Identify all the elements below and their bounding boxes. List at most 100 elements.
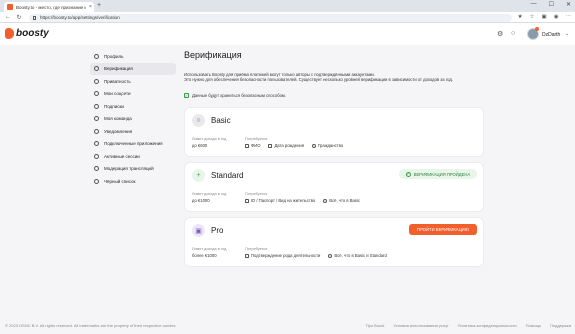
apps-icon bbox=[94, 141, 99, 147]
globe-icon bbox=[94, 91, 99, 97]
sidebar-item-social[interactable]: Мои соцсети bbox=[90, 88, 176, 101]
minimize-icon[interactable]: — bbox=[531, 1, 537, 8]
check-circle-icon bbox=[328, 253, 333, 258]
requirement-item: Гражданство bbox=[312, 143, 343, 148]
settings-icon bbox=[94, 53, 99, 59]
sidebar-item-moderation[interactable]: Модерация трансляций bbox=[90, 163, 176, 176]
footer-link[interactable]: Политика конфиденциальности bbox=[458, 323, 517, 328]
chat-icon[interactable]: ○ bbox=[511, 30, 515, 37]
shield-icon bbox=[94, 78, 99, 84]
requirement-item: ID / Паспорт / Вид на жительство bbox=[245, 198, 315, 203]
window-controls: — ☐ ✕ bbox=[531, 1, 571, 8]
avatar-badge-icon bbox=[535, 27, 539, 31]
requirement-text: Гражданство bbox=[318, 143, 344, 148]
secure-storage-note: ✓ Данные будут храниться безопасным спос… bbox=[184, 93, 286, 98]
user-check-icon bbox=[94, 66, 99, 72]
sidebar-item-label: Чёрный список bbox=[104, 178, 136, 184]
limit-value: до €600 bbox=[192, 143, 208, 148]
lock-icon bbox=[33, 15, 36, 20]
close-window-icon[interactable]: ✕ bbox=[566, 1, 571, 8]
verification-passed-badge: ✓ ВЕРИФИКАЦИЯ ПРОЙДЕНА bbox=[399, 169, 477, 179]
tab-close-icon[interactable]: × bbox=[89, 4, 92, 10]
browser-toolbar: ← ↻ https://boosty.to/app/settings/verif… bbox=[0, 12, 575, 23]
boosty-favicon-icon bbox=[7, 4, 13, 10]
menu-icon[interactable]: ⋯ bbox=[566, 14, 572, 20]
check-icon: ✓ bbox=[184, 93, 189, 98]
footer-link[interactable]: Помощь bbox=[526, 323, 541, 328]
footer-link[interactable]: Про Boost bbox=[366, 323, 385, 328]
requirement-text: Подтверждение рода деятельности bbox=[251, 253, 321, 258]
sidebar-item-team[interactable]: Моя команда bbox=[90, 113, 176, 126]
sidebar-item-privacy[interactable]: Приватность bbox=[90, 75, 176, 88]
requirements-label: Потребуется bbox=[245, 137, 268, 141]
team-icon bbox=[94, 116, 99, 122]
copyright-text: © 2023 OSNC B.V. All rights reserved. Al… bbox=[5, 323, 177, 328]
sidebar-item-label: Верификация bbox=[104, 66, 133, 72]
toolbar-actions: ★ ☆ ▣ ◉ ⋯ bbox=[518, 14, 571, 20]
globe-icon bbox=[312, 143, 316, 148]
briefcase-icon: ▣ bbox=[192, 224, 205, 237]
browser-tab[interactable]: Boosty.to - место, где признание и подде… bbox=[4, 2, 94, 12]
sidebar-item-label: Уведомления bbox=[104, 128, 133, 134]
calendar-icon bbox=[268, 143, 273, 148]
plus-icon: + bbox=[192, 169, 205, 182]
status-badge: ВЕРИФИКАЦИЯ ПРОЙДЕНА bbox=[413, 171, 471, 177]
limit-value: до €1000 bbox=[192, 198, 210, 203]
sidebar-item-blacklist[interactable]: Чёрный список bbox=[90, 175, 176, 188]
verification-main: Верификация Использовать Boosty для приё… bbox=[184, 50, 484, 267]
sidebar-item-label: Моя команда bbox=[104, 116, 132, 122]
level-card-basic: ○ Basic Лимит дохода в год до €600 Потре… bbox=[184, 107, 484, 157]
level-card-pro: ▣ Pro ПРОЙТИ ВЕРИФИКАЦИЮ Лимит дохода в … bbox=[184, 217, 484, 267]
sidebar-item-label: Подключенные приложения bbox=[104, 141, 163, 147]
sidebar-item-label: Приватность bbox=[104, 78, 131, 84]
footer-links: Про Boost Условия использования услуг По… bbox=[366, 323, 571, 328]
favorites-icon[interactable]: ☆ bbox=[530, 14, 535, 20]
sidebar-item-sessions[interactable]: Активные сессии bbox=[90, 150, 176, 163]
boosty-logo[interactable]: boosty bbox=[5, 28, 49, 39]
sidebar-item-notifications[interactable]: Уведомления bbox=[90, 125, 176, 138]
requirements-list: ID / Паспорт / Вид на жительство Всё, чт… bbox=[245, 198, 368, 203]
passport-icon bbox=[245, 198, 249, 203]
footer-link[interactable]: Поддержка bbox=[550, 323, 571, 328]
requirement-item: Всё, что в Basic bbox=[323, 198, 360, 203]
limit-label: Лимит дохода в год bbox=[192, 247, 227, 251]
address-bar[interactable]: https://boosty.to/app/settings/verificat… bbox=[29, 13, 512, 22]
requirement-item: Подтверждение рода деятельности bbox=[245, 253, 320, 258]
page-footer: © 2023 OSNC B.V. All rights reserved. Al… bbox=[0, 321, 575, 331]
chevron-down-icon[interactable]: ⌄ bbox=[565, 31, 569, 37]
profile-icon[interactable]: ◉ bbox=[554, 14, 559, 20]
sidebar-item-label: Профиль bbox=[104, 53, 124, 59]
sidebar-item-profile[interactable]: Профиль bbox=[90, 50, 176, 63]
lock-icon: ○ bbox=[192, 114, 205, 127]
footer-link[interactable]: Условия использования услуг bbox=[393, 323, 448, 328]
sidebar-item-subscriptions[interactable]: Подписки bbox=[90, 100, 176, 113]
requirement-item: Всё, что в Basic и Standard bbox=[328, 253, 387, 258]
maximize-icon[interactable]: ☐ bbox=[549, 1, 554, 8]
boosty-logo-mark-icon bbox=[5, 28, 14, 39]
bell-icon[interactable]: ⚙ bbox=[497, 30, 503, 38]
level-card-standard: + Standard ✓ ВЕРИФИКАЦИЯ ПРОЙДЕНА Лимит … bbox=[184, 162, 484, 212]
document-check-icon bbox=[245, 253, 249, 258]
requirement-item: ФИО bbox=[245, 143, 260, 148]
collections-icon[interactable]: ▣ bbox=[541, 14, 546, 20]
secure-note-text: Данные будут храниться безопасным способ… bbox=[192, 93, 286, 98]
sidebar-item-label: Мои соцсети bbox=[104, 91, 131, 97]
app-header: boosty ⚙ ○ DzDarth ⌄ bbox=[0, 23, 575, 45]
reload-icon[interactable]: ↻ bbox=[16, 14, 22, 21]
settings-sidebar: Профиль Верификация Приватность Мои соцс… bbox=[90, 50, 176, 188]
new-tab-icon[interactable]: + bbox=[97, 2, 101, 9]
sidebar-item-apps[interactable]: Подключенные приложения bbox=[90, 138, 176, 151]
back-icon[interactable]: ← bbox=[5, 14, 11, 20]
url-text: https://boosty.to/app/settings/verificat… bbox=[40, 15, 120, 20]
limit-value: более €1000 bbox=[192, 253, 217, 258]
broadcast-icon bbox=[94, 166, 99, 172]
tab-title: Boosty.to - место, где признание и подде… bbox=[16, 4, 86, 10]
check-circle-icon: ✓ bbox=[405, 171, 411, 177]
start-verification-button[interactable]: ПРОЙТИ ВЕРИФИКАЦИЮ bbox=[409, 224, 477, 235]
browser-tab-bar: Boosty.to - место, где признание и подде… bbox=[0, 0, 575, 12]
sidebar-item-verification[interactable]: Верификация bbox=[90, 62, 176, 75]
extensions-icon[interactable]: ★ bbox=[518, 14, 523, 20]
level-name: Basic bbox=[211, 116, 231, 125]
username[interactable]: DzDarth bbox=[542, 32, 560, 38]
limit-label: Лимит дохода в год bbox=[192, 192, 227, 196]
